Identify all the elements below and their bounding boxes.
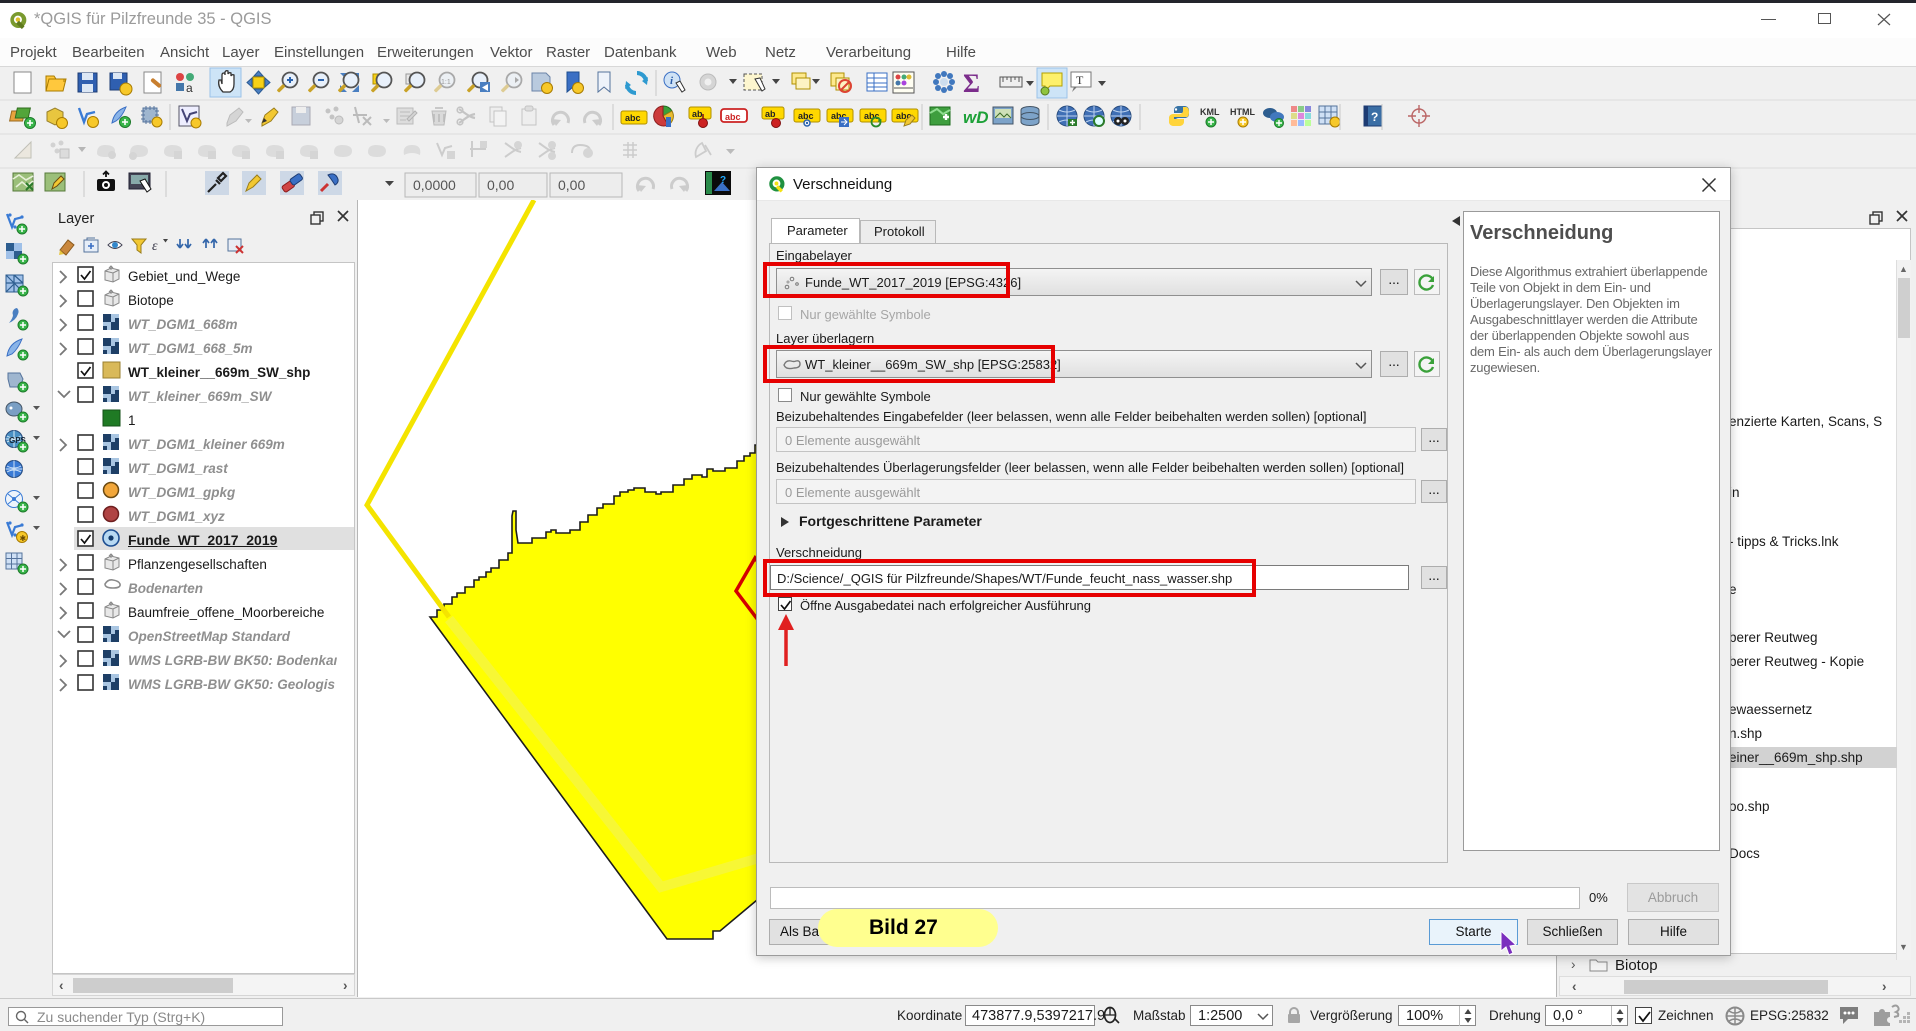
svg-text:ab: ab [765, 109, 776, 119]
svg-text:✱: ✱ [20, 534, 27, 543]
svg-text:?: ? [1371, 110, 1378, 124]
svg-text:0,00: 0,00 [558, 177, 585, 193]
svg-text:ε: ε [152, 239, 158, 254]
svg-text:0,0000: 0,0000 [413, 177, 456, 193]
svg-text:wD: wD [963, 108, 989, 127]
svg-text:ab: ab [692, 109, 703, 119]
svg-text:HTML: HTML [1230, 107, 1255, 117]
svg-text:abc: abc [725, 112, 741, 122]
svg-text:KML: KML [1200, 107, 1220, 117]
svg-text:?: ? [720, 175, 726, 186]
svg-text:T: T [1076, 73, 1084, 87]
svg-text:a: a [186, 81, 193, 95]
svg-text:1:1: 1:1 [441, 79, 451, 86]
svg-text:Σ: Σ [963, 69, 980, 98]
svg-text:0,00: 0,00 [487, 177, 514, 193]
